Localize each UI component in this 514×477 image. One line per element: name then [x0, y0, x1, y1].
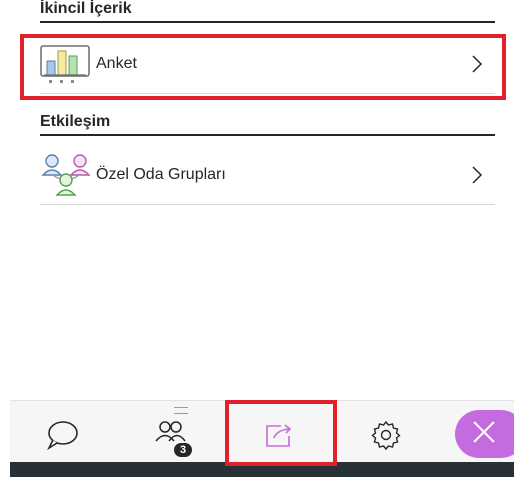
- bottom-bar: [10, 462, 514, 477]
- gear-icon: [370, 419, 402, 456]
- chevron-right-icon: [467, 55, 487, 73]
- breakout-groups-label: Özel Oda Grupları: [96, 166, 226, 183]
- close-panel-button[interactable]: [455, 410, 514, 458]
- settings-button[interactable]: [364, 417, 408, 457]
- section-title-secondary-content: İkincil İçerik: [40, 0, 495, 23]
- share-content-button[interactable]: [256, 417, 300, 457]
- section-title-interaction: Etkileşim: [40, 113, 495, 136]
- collab-toolbar: 3: [10, 400, 514, 463]
- attendees-button[interactable]: 3: [148, 417, 192, 457]
- chat-button[interactable]: [40, 417, 84, 457]
- chat-icon: [45, 420, 79, 455]
- drag-handle[interactable]: [174, 407, 188, 414]
- poll-item[interactable]: Anket: [40, 35, 495, 94]
- chevron-right-icon: [467, 166, 487, 184]
- bar-chart-icon: [40, 40, 96, 88]
- attendee-count-badge: 3: [174, 443, 192, 457]
- share-content-icon: [261, 420, 295, 455]
- groups-icon: [40, 151, 96, 199]
- poll-label: Anket: [96, 55, 137, 72]
- breakout-groups-item[interactable]: Özel Oda Grupları: [40, 146, 495, 205]
- close-icon: [471, 419, 497, 450]
